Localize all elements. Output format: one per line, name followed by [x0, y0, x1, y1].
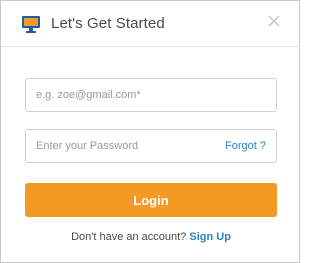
close-icon[interactable]	[266, 13, 282, 29]
login-button[interactable]: Login	[25, 183, 277, 217]
email-field-wrapper	[25, 78, 277, 112]
password-field-wrapper: Forgot ?	[25, 129, 277, 163]
dialog-header: Let's Get Started	[1, 1, 299, 47]
forgot-password-link[interactable]: Forgot ?	[225, 140, 266, 152]
email-field[interactable]	[26, 79, 276, 111]
dialog-title: Let's Get Started	[51, 15, 165, 32]
monitor-icon	[22, 16, 40, 33]
signup-prompt-text: Don't have an account?	[71, 231, 190, 243]
signup-link[interactable]: Sign Up	[189, 231, 231, 243]
login-dialog: Let's Get Started Forgot ? Login Don't h…	[0, 0, 300, 263]
signup-prompt: Don't have an account? Sign Up	[1, 231, 301, 243]
password-field[interactable]	[26, 130, 216, 162]
